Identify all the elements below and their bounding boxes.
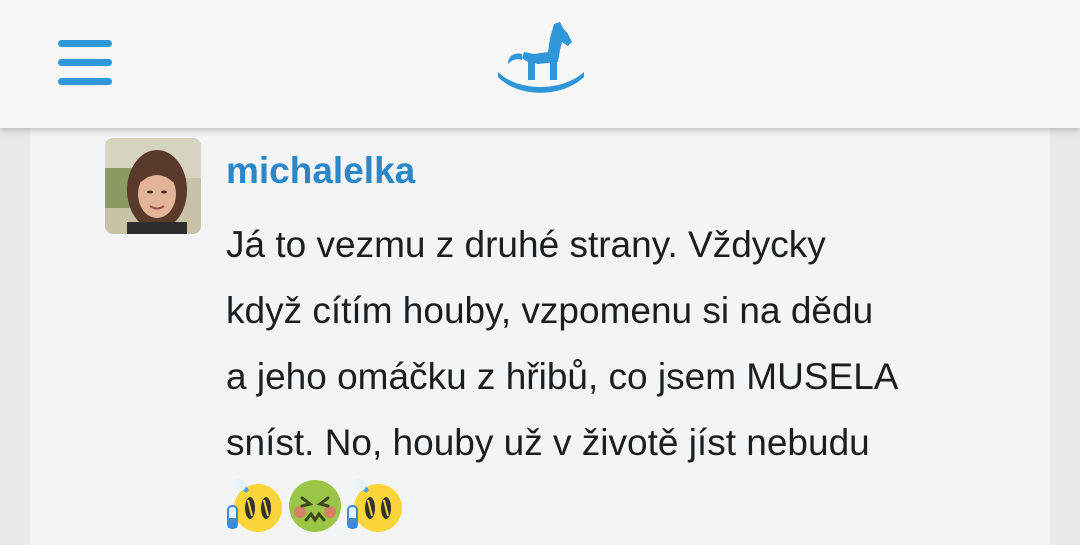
- comment-line: sníst. No, houby už v životě jíst nebudu: [226, 422, 870, 463]
- hamburger-menu-icon[interactable]: [58, 40, 112, 86]
- comment-line: když cítím houby, vzpomenu si na dědu: [226, 290, 874, 331]
- emoji-row: [226, 478, 404, 534]
- crying-baby-bottle-emoji: [227, 478, 282, 532]
- comment-text: Já to vezmu z druhé strany. Vždycky když…: [226, 212, 1006, 476]
- crying-baby-bottle-emoji: [347, 478, 402, 532]
- comment-line: a jeho omáčku z hřibů, co jsem MUSELA: [226, 356, 899, 397]
- user-avatar-photo: [105, 138, 201, 234]
- rocking-horse-logo-icon[interactable]: [494, 20, 586, 96]
- top-app-bar: [0, 0, 1080, 128]
- comment-author[interactable]: michalelka: [226, 150, 415, 192]
- avatar[interactable]: [105, 138, 201, 234]
- nauseated-face-emoji: [289, 480, 341, 532]
- comment-line: Já to vezmu z druhé strany. Vždycky: [226, 224, 826, 265]
